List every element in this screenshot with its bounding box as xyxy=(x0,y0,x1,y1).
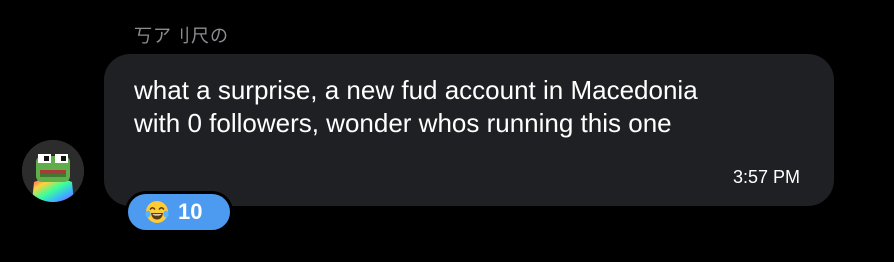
message-text: what a surprise, a new fud account in Ma… xyxy=(134,75,698,138)
avatar[interactable] xyxy=(22,140,84,202)
reaction-count: 10 xyxy=(178,199,203,224)
laughing-tears-emoji-icon xyxy=(145,201,169,223)
message-bubble[interactable]: what a surprise, a new fud account in Ma… xyxy=(104,54,834,206)
sender-name[interactable]: 丂ア刂尺の xyxy=(134,22,229,48)
pepe-frog-avatar-icon xyxy=(22,140,84,202)
reaction-button[interactable]: 10 xyxy=(125,191,233,233)
message-timestamp: 3:57 PM xyxy=(732,167,800,187)
